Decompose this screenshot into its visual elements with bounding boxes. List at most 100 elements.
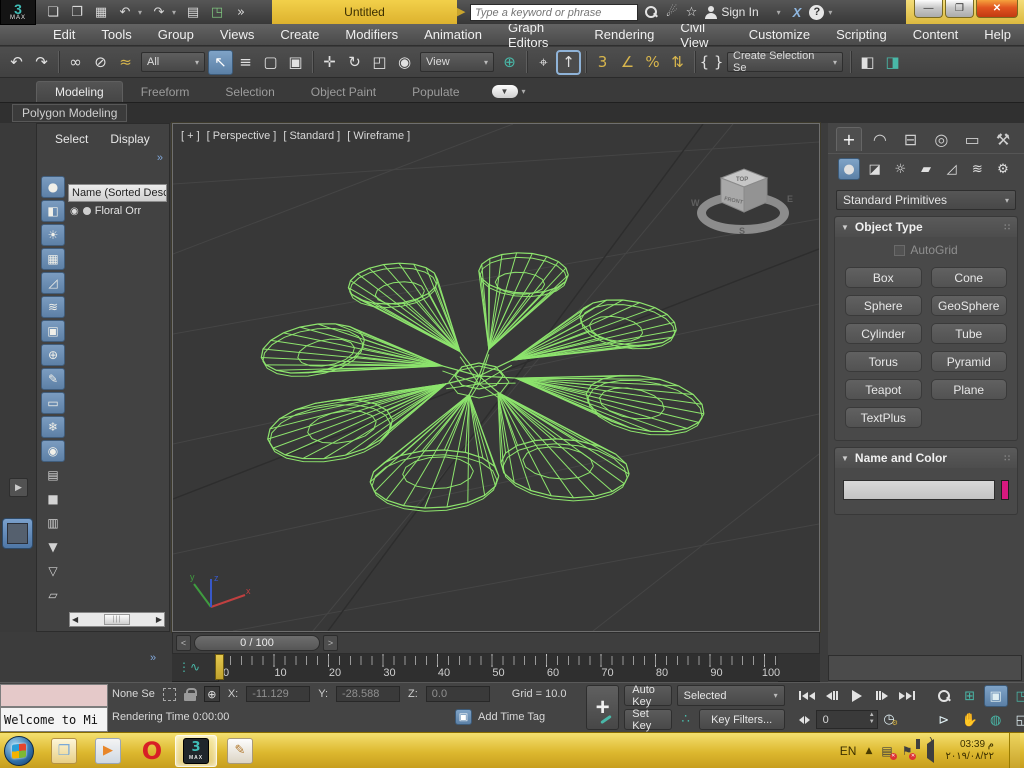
redo-icon-caret[interactable]: ▾ xyxy=(172,8,180,17)
display-geometry-icon[interactable]: ● xyxy=(41,176,65,198)
menu-rendering[interactable]: Rendering xyxy=(581,24,667,46)
visibility-eye-icon[interactable]: ◉ xyxy=(70,206,79,217)
play-button[interactable] xyxy=(846,685,869,706)
taskbar-opera-icon[interactable]: O xyxy=(131,735,173,767)
ribbon-tab-object-paint[interactable]: Object Paint xyxy=(293,82,394,102)
primitive-button-sphere[interactable]: Sphere xyxy=(845,295,922,316)
mini-curve-editor-icon[interactable]: ⋮∿ xyxy=(178,660,200,674)
viewcube[interactable]: W S E TOP FRONT xyxy=(691,164,793,242)
snaps-toggle-3d-icon[interactable]: 3 xyxy=(590,50,615,75)
window-crossing-icon[interactable]: ▣ xyxy=(283,50,308,75)
restore-button[interactable]: ❐ xyxy=(945,0,974,18)
menu-tools[interactable]: Tools xyxy=(88,24,144,46)
primitive-button-textplus[interactable]: TextPlus xyxy=(845,407,922,428)
menu-help[interactable]: Help xyxy=(971,24,1024,46)
zoom-extents-icon[interactable]: ▣ xyxy=(983,685,1008,707)
display-xrefs-icon[interactable]: ⊕ xyxy=(41,344,65,366)
go-to-end-button[interactable] xyxy=(896,685,919,706)
key-mode-toggle-icon[interactable] xyxy=(796,709,814,730)
primitive-button-pyramid[interactable]: Pyramid xyxy=(930,351,1007,372)
modify-tab[interactable]: ◠ xyxy=(867,127,893,151)
selection-filter-dropdown[interactable]: All ▾ xyxy=(141,52,205,72)
select-and-move-icon[interactable]: ✛ xyxy=(317,50,342,75)
align-icon[interactable]: ◨ xyxy=(880,50,905,75)
previous-frame-button[interactable] xyxy=(821,685,844,706)
named-selection-set-dropdown[interactable]: Create Selection Se ▾ xyxy=(727,50,843,74)
redo-icon[interactable]: ↷ xyxy=(148,2,170,22)
display-tab[interactable]: ▭ xyxy=(959,127,985,151)
angle-snap-icon[interactable]: ∠ xyxy=(615,50,640,75)
spinner-snap-icon[interactable]: ⇅ xyxy=(665,50,690,75)
taskbar-paint-icon[interactable]: ✎ xyxy=(219,735,261,767)
absolute-offset-toggle-icon[interactable]: ⊕ xyxy=(203,686,220,702)
track-bar-ruler[interactable]: 0 10 20 30 40 50 60 70 80 90 100 xyxy=(215,654,780,682)
primitive-button-torus[interactable]: Torus xyxy=(845,351,922,372)
filter-config-icon[interactable]: ▼ xyxy=(41,536,65,558)
viewport-shading-label[interactable]: [ Wireframe ] xyxy=(347,130,410,142)
scroll-thumb[interactable]: ||| xyxy=(104,614,130,625)
ribbon-tab-populate[interactable]: Populate xyxy=(394,82,477,102)
zoom-all-icon[interactable]: ⊞ xyxy=(958,685,982,707)
new-file-icon[interactable]: ❏ xyxy=(42,2,64,22)
safely-remove-hardware-icon[interactable]: ▤ ✕ xyxy=(881,744,897,760)
object-color-dot[interactable] xyxy=(82,207,91,215)
app-logo[interactable]: 3 MAX xyxy=(0,0,36,25)
menu-group[interactable]: Group xyxy=(145,24,207,46)
primitive-button-cone[interactable]: Cone xyxy=(930,267,1007,288)
explorer-column-header[interactable]: Name (Sorted Desce xyxy=(68,184,167,202)
selection-lock-icon[interactable] xyxy=(183,687,197,701)
current-frame-marker[interactable] xyxy=(215,654,224,680)
help-icon[interactable]: ? ▾ xyxy=(809,4,836,20)
explorer-horizontal-scrollbar[interactable]: ◀ ||| ▶ xyxy=(69,612,165,627)
maxscript-mini-listener-macro[interactable] xyxy=(0,684,108,707)
primitive-button-tube[interactable]: Tube xyxy=(930,323,1007,344)
object-color-swatch[interactable] xyxy=(1001,480,1009,500)
blank-filter-icon[interactable]: ■ xyxy=(41,488,65,510)
set-key-button[interactable]: Set Key xyxy=(624,708,672,732)
primitive-button-cylinder[interactable]: Cylinder xyxy=(845,323,922,344)
select-and-link-icon[interactable]: ∞ xyxy=(63,50,88,75)
taskbar-mediaplayer-icon[interactable]: ▶ xyxy=(87,735,129,767)
menu-modifiers[interactable]: Modifiers xyxy=(332,24,411,46)
helpers-category[interactable]: ◿ xyxy=(941,158,963,180)
display-groups-icon[interactable]: ▣ xyxy=(41,320,65,342)
communication-center-icon[interactable]: ☄ xyxy=(666,5,678,20)
hierarchy-tab[interactable]: ⊟ xyxy=(898,127,924,151)
display-lights-icon[interactable]: ☀ xyxy=(41,224,65,246)
primitive-category-dropdown[interactable]: Standard Primitives ▾ xyxy=(836,190,1016,210)
menu-edit[interactable]: Edit xyxy=(40,24,88,46)
primitive-button-geosphere[interactable]: GeoSphere xyxy=(930,295,1007,316)
menu-civil-view[interactable]: Civil View xyxy=(667,20,735,50)
favorites-star-icon[interactable]: ☆ xyxy=(686,5,698,20)
taskbar-start-button[interactable] xyxy=(4,735,34,766)
ribbon-tab-modeling[interactable]: Modeling xyxy=(36,81,123,102)
motion-tab[interactable]: ◎ xyxy=(928,127,954,151)
volume-speaker-icon[interactable] xyxy=(927,738,935,763)
select-by-name-icon[interactable]: ≡ xyxy=(233,50,258,75)
save-file-icon[interactable]: ▦ xyxy=(90,2,112,22)
viewport-view-label[interactable]: [ Perspective ] xyxy=(207,130,277,142)
explorer-overflow-icon[interactable]: » xyxy=(157,152,163,164)
open-file-icon[interactable]: ❐ xyxy=(66,2,88,22)
taskbar-explorer-icon[interactable]: ❒ xyxy=(43,735,85,767)
menu-views[interactable]: Views xyxy=(207,24,267,46)
action-center-flag-icon[interactable]: ⚑ ✕ xyxy=(902,744,917,760)
viewcube-cube[interactable]: TOP FRONT xyxy=(715,164,773,216)
maxscript-mini-listener[interactable]: Welcome to Mi xyxy=(0,707,108,732)
add-time-tag-label[interactable]: Add Time Tag xyxy=(478,711,545,723)
track-bar[interactable]: ⋮∿ 0 10 20 30 40 50 60 70 80 90 100 xyxy=(172,654,820,682)
minimize-button[interactable]: — xyxy=(914,0,943,18)
display-hidden-icon[interactable]: ◉ xyxy=(41,440,65,462)
search-icon[interactable] xyxy=(644,5,658,19)
select-and-manipulate-icon[interactable]: ⌖ xyxy=(531,50,556,75)
explorer-row[interactable]: ◉ Floral Orr xyxy=(68,202,167,220)
x-coord-field[interactable]: -11.129 xyxy=(246,686,311,702)
taskbar-clock[interactable]: 03:39 م ٢٠١٩/٠٨/٢٢ xyxy=(945,739,994,763)
scroll-left-icon[interactable]: ◀ xyxy=(72,615,78,624)
compass-south-label[interactable]: S xyxy=(739,226,745,236)
select-and-scale-icon[interactable]: ◰ xyxy=(367,50,392,75)
zoom-icon[interactable] xyxy=(932,685,956,707)
expand-panel-button[interactable]: ▶ xyxy=(9,478,28,497)
compass-west-label[interactable]: W xyxy=(691,198,700,208)
select-and-place-icon[interactable]: ◉ xyxy=(392,50,417,75)
